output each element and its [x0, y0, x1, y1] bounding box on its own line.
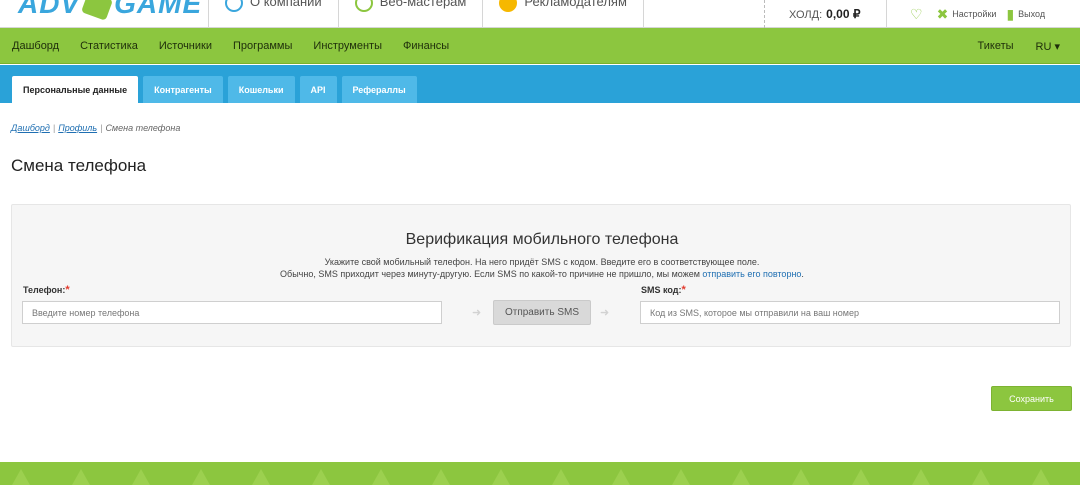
footer-decoration: [192, 469, 210, 485]
footer-decoration: [552, 469, 570, 485]
hold-balance: ХОЛД: 0,00 ₽: [764, 0, 887, 28]
language-dropdown[interactable]: RU ▾: [1036, 40, 1060, 53]
user-tools: ♡ ✖ Настройки ▮ Выход: [900, 0, 1045, 28]
page-title: Смена телефона: [11, 156, 147, 175]
nav-sources[interactable]: Источники: [159, 40, 212, 52]
top-header: ADV GAME О компании Веб-мастерам Рекламод…: [0, 0, 1080, 28]
arrow-right-icon: ➜: [600, 307, 610, 319]
logout-link[interactable]: Выход: [1018, 9, 1045, 19]
arrow-right-icon: ➜: [472, 307, 482, 319]
logout-icon[interactable]: ▮: [1006, 6, 1014, 23]
panel-hint-2-suffix: .: [801, 269, 804, 279]
nav-finance[interactable]: Финансы: [403, 40, 449, 52]
company-icon: [225, 0, 243, 12]
webmaster-icon: [354, 0, 373, 12]
nav-tickets[interactable]: Тикеты: [978, 40, 1014, 52]
tab-wallets[interactable]: Кошельки: [227, 76, 295, 103]
panel-title: Верификация мобильного телефона: [405, 231, 679, 248]
main-nav-right: Тикеты RU ▾: [956, 28, 1060, 64]
footer-decoration: [852, 469, 870, 485]
send-sms-button[interactable]: Отправить SMS: [493, 300, 591, 325]
footer-decoration: [972, 469, 990, 485]
top-nav-company-label: О компании: [250, 0, 322, 9]
footer-decoration: [252, 469, 270, 485]
footer-decoration: [312, 469, 330, 485]
logo-text-left: ADV: [18, 0, 81, 19]
hold-label: ХОЛД:: [789, 9, 823, 21]
top-nav-webmasters[interactable]: Веб-мастерам: [337, 0, 483, 28]
footer-decoration: [12, 469, 30, 485]
bell-icon[interactable]: ♡: [910, 6, 923, 23]
tab-api[interactable]: API: [299, 76, 337, 103]
profile-tabs: Персональные данные Контрагенты Кошельки…: [12, 76, 422, 103]
sms-code-label-text: SMS код:: [641, 285, 682, 295]
required-marker: *: [65, 284, 70, 296]
footer-decoration: [912, 469, 930, 485]
advertiser-icon: [499, 0, 518, 12]
hold-value: 0,00 ₽: [826, 7, 861, 21]
phone-label-text: Телефон:: [23, 285, 66, 295]
panel-hint-2-text: Обычно, SMS приходит через минуту-другую…: [280, 269, 700, 279]
top-nav-advertisers-label: Рекламодателям: [524, 0, 627, 9]
top-nav: О компании Веб-мастерам Рекламодателям: [208, 0, 644, 28]
resend-sms-link[interactable]: отправить его повторно: [702, 269, 801, 279]
sms-code-input[interactable]: Код из SMS, которое мы отправили на ваш …: [640, 301, 1060, 324]
profile-tabbar: Персональные данные Контрагенты Кошельки…: [0, 65, 1080, 103]
footer-decoration: [792, 469, 810, 485]
save-button[interactable]: Сохранить: [991, 386, 1072, 411]
breadcrumb-dashboard[interactable]: Дашборд: [11, 123, 50, 133]
top-nav-company[interactable]: О компании: [208, 0, 338, 28]
footer-bar: [0, 462, 1080, 485]
footer-decoration: [132, 469, 150, 485]
tools-icon[interactable]: ✖: [937, 6, 949, 23]
main-nav: Дашборд Статистика Источники Программы И…: [0, 28, 1080, 64]
footer-decoration: [612, 469, 630, 485]
settings-link[interactable]: Настройки: [952, 9, 996, 19]
top-nav-advertisers[interactable]: Рекламодателям: [482, 0, 644, 28]
breadcrumb-separator: |: [100, 123, 103, 133]
nav-programs[interactable]: Программы: [233, 40, 292, 52]
required-marker: *: [681, 284, 686, 296]
footer-decoration: [492, 469, 510, 485]
breadcrumb-profile[interactable]: Профиль: [58, 123, 97, 133]
breadcrumb-current: Смена телефона: [105, 123, 181, 133]
phone-input[interactable]: Введите номер телефона: [22, 301, 442, 324]
tab-referrals[interactable]: Рефераллы: [341, 76, 417, 103]
footer-decoration: [1032, 469, 1050, 485]
footer-decoration: [672, 469, 690, 485]
main-nav-items: Дашборд Статистика Источники Программы И…: [12, 28, 470, 64]
logo-text-right: GAME: [114, 0, 203, 19]
tab-personal-data[interactable]: Персональные данные: [12, 76, 139, 103]
footer-decoration: [432, 469, 450, 485]
nav-tools[interactable]: Инструменты: [313, 40, 382, 52]
site-logo[interactable]: ADV GAME: [18, 0, 203, 21]
tab-counterparties[interactable]: Контрагенты: [143, 76, 223, 103]
panel-hint-1: Укажите свой мобильный телефон. На него …: [324, 257, 760, 267]
nav-statistics[interactable]: Статистика: [80, 40, 138, 52]
footer-decoration: [372, 469, 390, 485]
footer-decoration: [732, 469, 750, 485]
nav-dashboard[interactable]: Дашборд: [12, 40, 59, 52]
footer-decoration: [72, 469, 90, 485]
breadcrumb-separator: |: [52, 123, 56, 133]
top-nav-webmasters-label: Веб-мастерам: [379, 0, 467, 9]
puzzle-logo-icon: [81, 0, 114, 21]
phone-verification-panel: Верификация мобильного телефона Укажите …: [11, 204, 1071, 347]
sms-code-label: SMS код:*: [641, 284, 686, 296]
panel-hint-2: Обычно, SMS приходит через минуту-другую…: [12, 269, 1072, 279]
phone-label: Телефон:*: [23, 284, 70, 296]
breadcrumb: Дашборд | Профиль | Смена телефона: [11, 123, 180, 133]
